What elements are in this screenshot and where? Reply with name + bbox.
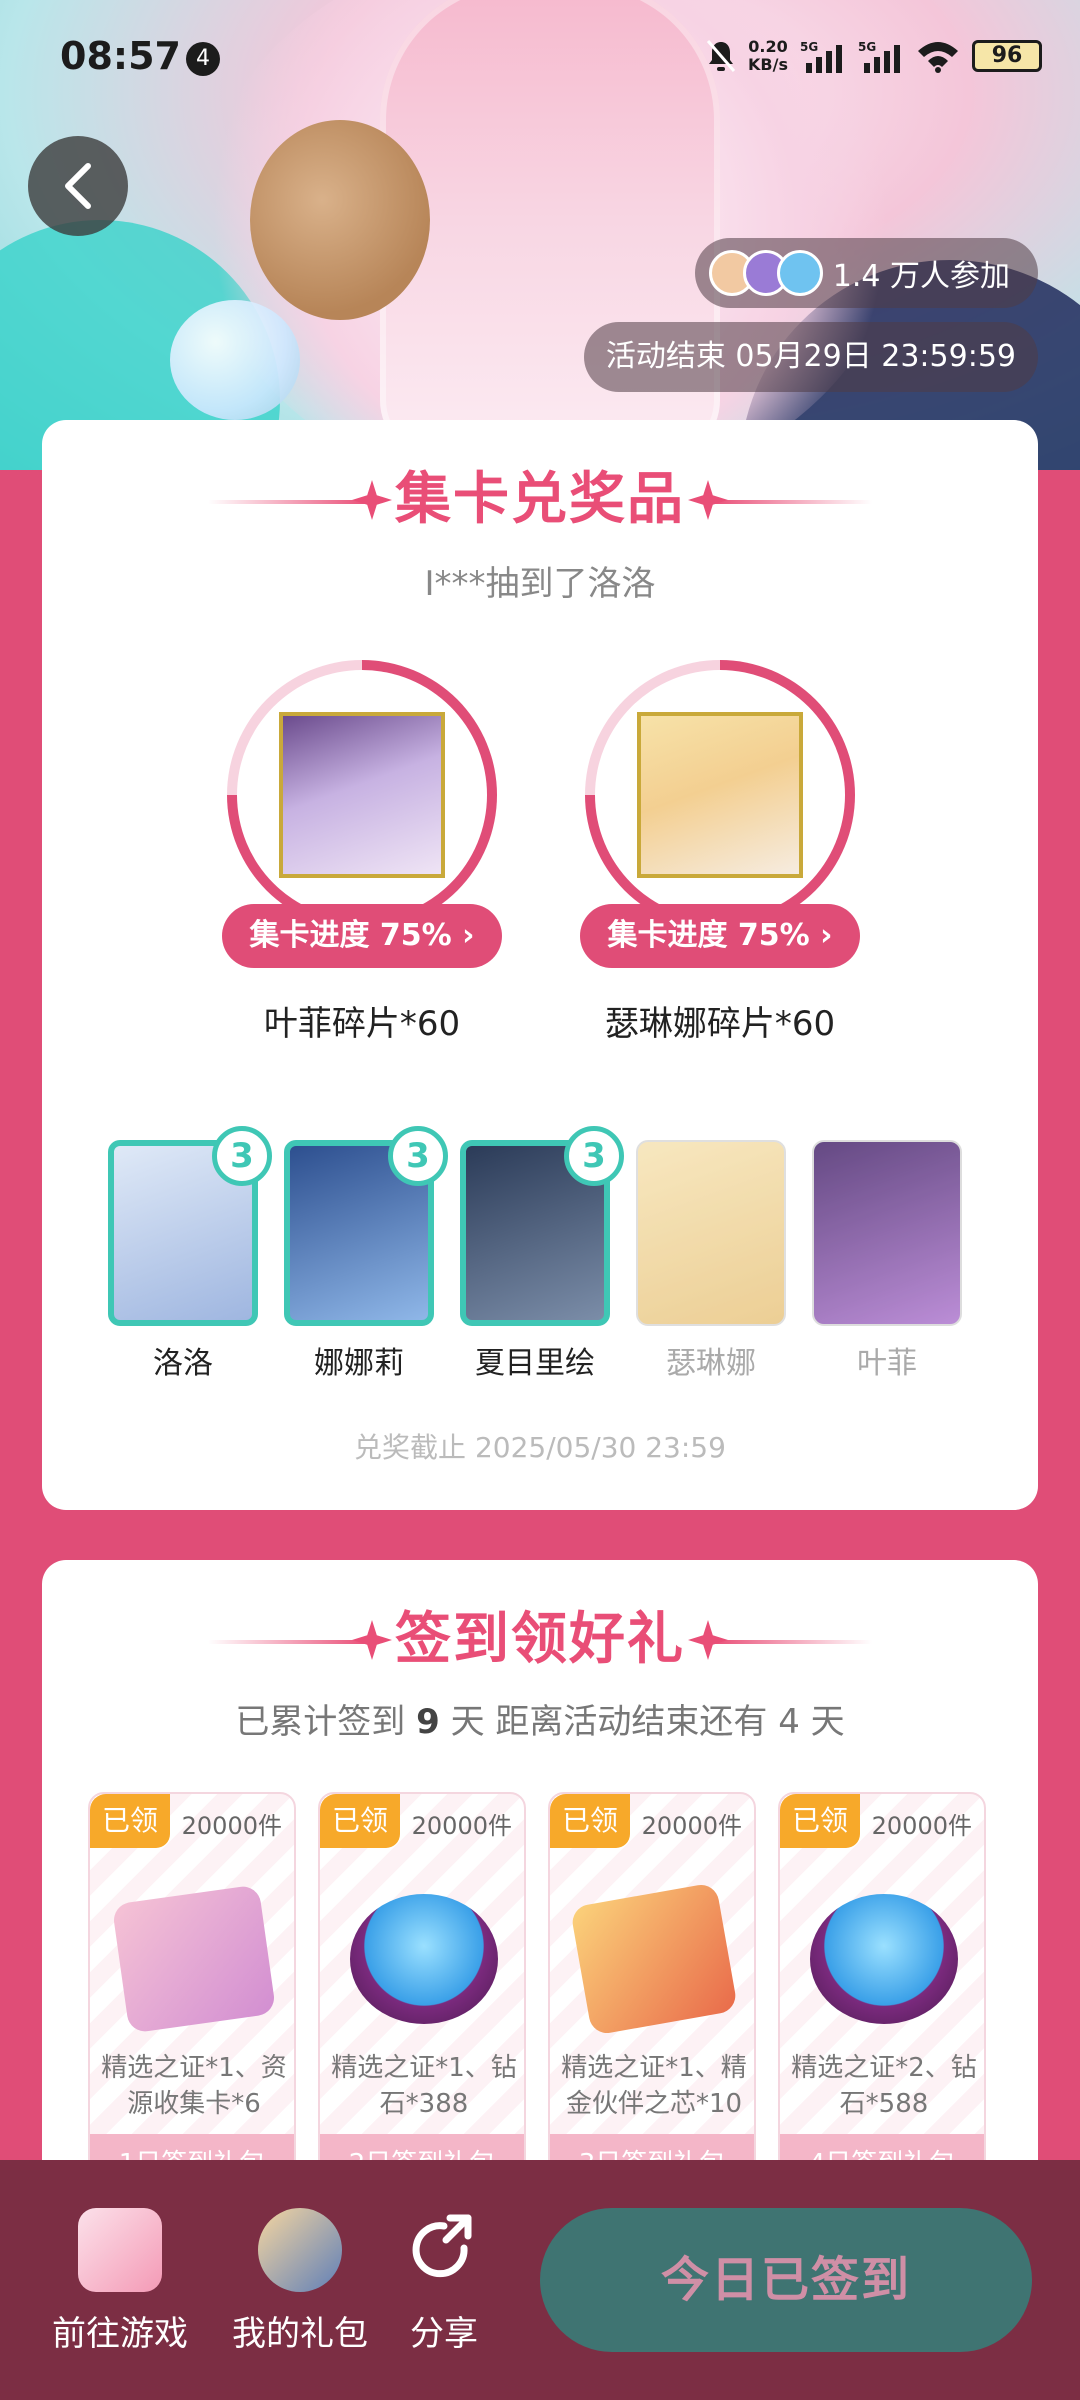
status-icons: 0.20 KB/s 5G 5G 96 (706, 38, 1042, 74)
battery-indicator: 96 (972, 40, 1042, 72)
collect-progress-button[interactable]: 集卡进度 75% › (222, 904, 502, 968)
ticket-card-image (111, 1884, 277, 2034)
status-bar: 08:57 4 0.20 KB/s 5G 5G 96 (0, 30, 1080, 90)
reward-description: 精选之证*1、钻石*388 (331, 2053, 517, 2119)
section-heading: 签到领好礼 (395, 1607, 685, 1672)
gift-avatar-icon (258, 2208, 342, 2292)
signal-1-icon: 5G (800, 40, 842, 73)
signal-2-icon: 5G (858, 40, 900, 73)
reward-stock: 20000件 (641, 1812, 742, 1840)
prize-name: 瑟琳娜碎片*60 (604, 1004, 836, 1044)
character-card[interactable]: 叶菲 (812, 1140, 962, 1382)
card-count-badge: 3 (212, 1126, 272, 1186)
prize-portrait-image (637, 712, 803, 878)
svg-text:5G: 5G (800, 40, 818, 54)
sparkle-icon (352, 480, 392, 520)
section-title: 签到领好礼 (42, 1600, 1038, 1680)
reward-description: 精选之证*1、精金伙伴之芯*10 (561, 2053, 747, 2119)
reward-stock: 20000件 (871, 1812, 972, 1840)
prize-item[interactable]: 集卡进度 75% › 叶菲碎片*60 (222, 660, 502, 1060)
title-decoration-right (712, 500, 872, 504)
diamond-bag-image (810, 1894, 958, 2024)
character-card[interactable]: 瑟琳娜 (636, 1140, 786, 1382)
chevron-left-icon (65, 163, 91, 209)
title-decoration-right (712, 1640, 872, 1644)
character-name: 洛洛 (153, 1346, 213, 1381)
character-name: 瑟琳娜 (666, 1346, 756, 1381)
progress-ring (227, 660, 497, 930)
section-title: 集卡兑奖品 (42, 460, 1038, 540)
collect-progress-button[interactable]: 集卡进度 75% › (580, 904, 860, 968)
share-icon (412, 2214, 472, 2278)
character-image (812, 1140, 962, 1326)
reward-stock: 20000件 (411, 1812, 512, 1840)
character-name: 夏目里绘 (475, 1346, 595, 1381)
card-count-badge: 3 (388, 1126, 448, 1186)
claimed-tag: 已领 (550, 1794, 630, 1848)
title-decoration-left (208, 1640, 368, 1644)
character-image: 3 (460, 1126, 624, 1326)
teddy-bear-illustration (250, 120, 430, 320)
game-app-icon (78, 2208, 162, 2292)
go-to-game-label: 前往游戏 (52, 2314, 188, 2354)
title-decoration-left (208, 500, 368, 504)
character-name: 叶菲 (857, 1346, 917, 1381)
claimed-tag: 已领 (320, 1794, 400, 1848)
reward-stock: 20000件 (181, 1812, 282, 1840)
prize-item[interactable]: 集卡进度 75% › 瑟琳娜碎片*60 (580, 660, 860, 1060)
claimed-tag: 已领 (90, 1794, 170, 1848)
participants-count: 1.4 万人参加 (832, 259, 1010, 294)
character-card[interactable]: 3 洛洛 (108, 1126, 272, 1382)
signed-days: 9 (416, 1702, 440, 1742)
notification-count-badge: 4 (186, 42, 220, 76)
progress-ring (585, 660, 855, 930)
character-card-list: 3 洛洛 3 娜娜莉 3 夏目里绘 瑟琳娜 叶菲 (108, 1126, 988, 1381)
draw-broadcast: I***抽到了洛洛 (424, 564, 656, 604)
gold-ticket-image (569, 1882, 739, 2036)
character-image: 3 (108, 1126, 272, 1326)
diamond-bag-image (350, 1894, 498, 2024)
signin-summary: 已累计签到 9 天 距离活动结束还有 4 天 (235, 1702, 845, 1742)
bottom-action-bar: 前往游戏 我的礼包 分享 今日已签到 (0, 2160, 1080, 2400)
status-time: 08:57 (60, 34, 181, 78)
card-count-badge: 3 (564, 1126, 624, 1186)
character-name: 娜娜莉 (314, 1346, 404, 1381)
go-to-game-button[interactable]: 前往游戏 (30, 2208, 210, 2355)
remaining-days: 4 (778, 1702, 800, 1742)
network-speed: 0.20 KB/s (748, 37, 788, 74)
character-card[interactable]: 3 娜娜莉 (284, 1126, 448, 1382)
share-button[interactable]: 分享 (354, 2208, 534, 2355)
reward-description: 精选之证*1、资源收集卡*6 (101, 2053, 287, 2119)
participants-chip: 1.4 万人参加 (694, 238, 1038, 308)
prize-name: 叶菲碎片*60 (263, 1004, 461, 1044)
wifi-icon (918, 42, 958, 73)
back-button[interactable] (28, 136, 128, 236)
share-label: 分享 (410, 2314, 478, 2354)
avatar (776, 250, 823, 296)
bubble-illustration (170, 300, 300, 420)
participant-avatars (708, 250, 823, 296)
claimed-tag: 已领 (780, 1794, 860, 1848)
character-image: 3 (284, 1126, 448, 1326)
mute-bell-icon (706, 40, 736, 72)
character-card[interactable]: 3 夏目里绘 (460, 1126, 624, 1382)
section-heading: 集卡兑奖品 (395, 467, 685, 532)
svg-text:5G: 5G (858, 40, 876, 54)
collect-cards-card: 集卡兑奖品 I***抽到了洛洛 集卡进度 75% › 叶菲碎片*60 集卡进度 … (42, 420, 1038, 1510)
reward-description: 精选之证*2、钻石*588 (791, 2053, 977, 2119)
signed-today-button[interactable]: 今日已签到 (540, 2208, 1032, 2352)
prize-portrait-image (279, 712, 445, 878)
activity-end-time: 活动结束 05月29日 23:59:59 (583, 322, 1038, 392)
redeem-deadline: 兑奖截止 2025/05/30 23:59 (354, 1431, 726, 1464)
sparkle-icon (352, 1620, 392, 1660)
character-image (636, 1140, 786, 1326)
